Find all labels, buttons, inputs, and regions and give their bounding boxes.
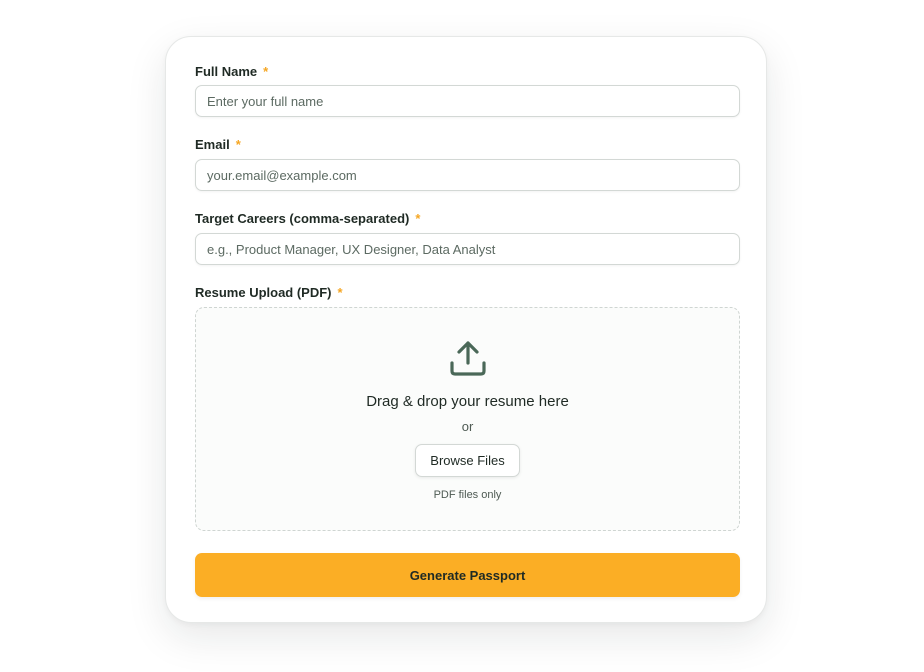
browse-files-button[interactable]: Browse Files (415, 444, 520, 477)
email-label-text: Email (195, 137, 230, 152)
required-marker: * (235, 137, 241, 152)
dropzone-title: Drag & drop your resume here (366, 393, 569, 410)
email-input[interactable] (195, 159, 740, 191)
required-marker: * (415, 211, 421, 226)
target-careers-input[interactable] (195, 233, 740, 265)
dropzone-or-text: or (461, 419, 474, 434)
dropzone-hint: PDF files only (433, 489, 502, 501)
full-name-label-text: Full Name (195, 64, 258, 79)
full-name-label: Full Name * (195, 64, 268, 79)
resume-dropzone[interactable]: Drag & drop your resume here or Browse F… (195, 307, 740, 531)
resume-upload-label-text: Resume Upload (PDF) (195, 285, 332, 300)
required-marker: * (337, 285, 343, 300)
target-careers-label-text: Target Careers (comma-separated) (195, 211, 410, 226)
generate-passport-button[interactable]: Generate Passport (195, 553, 740, 597)
full-name-input[interactable] (195, 85, 740, 117)
email-label: Email * (195, 137, 241, 152)
upload-icon (450, 341, 486, 376)
passport-form-card: Full Name * Email * Target Careers (comma-… (165, 36, 767, 623)
target-careers-label: Target Careers (comma-separated) * (195, 211, 420, 226)
resume-upload-label: Resume Upload (PDF) * (195, 285, 343, 300)
required-marker: * (263, 64, 269, 79)
